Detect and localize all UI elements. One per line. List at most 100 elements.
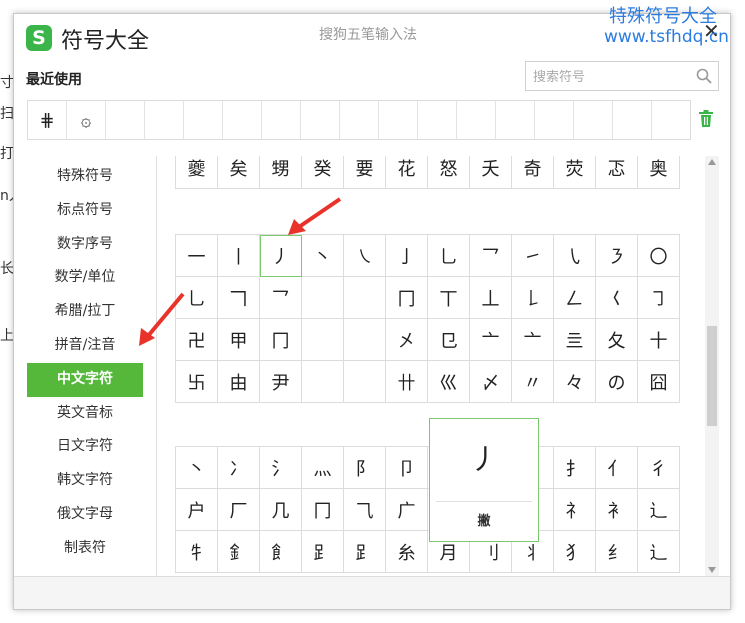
symbol-cell[interactable]: 丶	[302, 235, 344, 277]
recent-symbol-cell[interactable]	[457, 101, 496, 139]
symbol-cell[interactable]: 冫	[218, 447, 260, 489]
sidebar-category-item[interactable]: 特殊符号	[27, 160, 143, 194]
sidebar-category-item[interactable]: 日文字符	[27, 430, 143, 464]
symbol-cell[interactable]: 冂	[302, 489, 344, 531]
symbol-cell[interactable]: 丿	[260, 235, 302, 277]
symbol-cell[interactable]: 花	[386, 156, 428, 189]
recent-symbol-cell[interactable]	[184, 101, 223, 139]
symbol-cell[interactable]: 釒	[218, 531, 260, 573]
symbol-cell[interactable]: 彳	[638, 447, 680, 489]
recent-symbol-cell[interactable]	[574, 101, 613, 139]
symbol-cell[interactable]: 要	[344, 156, 386, 189]
symbol-cell[interactable]: 丅	[428, 277, 470, 319]
trash-icon[interactable]	[698, 110, 714, 128]
symbol-cell[interactable]: 衤	[596, 489, 638, 531]
symbol-cell[interactable]: ⺄	[344, 489, 386, 531]
symbol-cell[interactable]: 〃	[512, 361, 554, 403]
symbol-cell[interactable]: 〇	[638, 235, 680, 277]
symbol-cell[interactable]: 亠	[512, 319, 554, 361]
symbol-cell[interactable]: 夭	[470, 156, 512, 189]
symbol-cell[interactable]: 巛	[428, 361, 470, 403]
symbol-cell[interactable]	[344, 319, 386, 361]
symbol-cell[interactable]: 冂	[386, 277, 428, 319]
symbol-cell[interactable]: 几	[260, 489, 302, 531]
symbol-cell[interactable]: 卩	[386, 447, 428, 489]
symbol-cell[interactable]: 囧	[638, 361, 680, 403]
sidebar-category-item[interactable]: 中文字符	[27, 362, 143, 397]
recent-symbol-cell[interactable]	[652, 101, 690, 139]
symbol-cell[interactable]: 𠄌	[512, 277, 554, 319]
symbol-cell[interactable]: ㇆	[638, 277, 680, 319]
symbol-cell[interactable]: 冂	[260, 319, 302, 361]
symbol-cell[interactable]: 𡿨	[596, 277, 638, 319]
symbol-cell[interactable]: 由	[218, 361, 260, 403]
symbol-cell[interactable]: 牜	[176, 531, 218, 573]
symbol-cell[interactable]: 矣	[218, 156, 260, 189]
symbol-cell[interactable]: 亠	[470, 319, 512, 361]
scroll-down-icon[interactable]	[708, 567, 716, 573]
sidebar-category-item[interactable]: 拼音/注音	[27, 329, 143, 363]
recent-symbol-cell[interactable]	[379, 101, 418, 139]
symbol-cell[interactable]: 户	[176, 489, 218, 531]
recent-symbol-cell[interactable]	[106, 101, 145, 139]
symbol-cell[interactable]: 灬	[302, 447, 344, 489]
sidebar-category-item[interactable]: 希腊/拉丁	[27, 295, 143, 329]
sidebar-category-item[interactable]: 韩文字符	[27, 464, 143, 498]
recent-symbol-cell[interactable]	[535, 101, 574, 139]
symbol-cell[interactable]: ㇋	[596, 235, 638, 277]
symbol-cell[interactable]: 一	[176, 235, 218, 277]
symbol-cell[interactable]: 𠃍	[218, 277, 260, 319]
recent-symbol-cell[interactable]	[301, 101, 340, 139]
scroll-up-icon[interactable]	[708, 159, 716, 165]
symbol-cell[interactable]: 㐅	[386, 319, 428, 361]
symbol-cell[interactable]: 𠃋	[554, 277, 596, 319]
symbol-cell[interactable]: 奥	[638, 156, 680, 189]
symbol-cell[interactable]: の	[596, 361, 638, 403]
symbol-cell[interactable]: 卄	[386, 361, 428, 403]
recent-symbol-cell[interactable]: ⋕	[28, 101, 67, 139]
symbol-cell[interactable]: 々	[554, 361, 596, 403]
symbol-cell[interactable]: 荧	[554, 156, 596, 189]
recent-symbol-cell[interactable]	[496, 101, 535, 139]
symbol-cell[interactable]: 卐	[176, 361, 218, 403]
symbol-cell[interactable]: 糸	[386, 531, 428, 573]
sidebar-category-item[interactable]: 数学/单位	[27, 261, 143, 295]
symbol-cell[interactable]: 丄	[470, 277, 512, 319]
symbol-cell[interactable]: 夔	[176, 156, 218, 189]
recent-symbol-cell[interactable]	[340, 101, 379, 139]
search-input[interactable]	[526, 62, 695, 92]
symbol-cell[interactable]: 亅	[386, 235, 428, 277]
recent-symbol-cell[interactable]	[418, 101, 457, 139]
symbol-cell[interactable]: 十	[638, 319, 680, 361]
sidebar-category-item[interactable]: 英文音标	[27, 397, 143, 431]
symbol-cell[interactable]: 〆	[470, 361, 512, 403]
symbol-cell[interactable]: 乛	[470, 235, 512, 277]
symbol-cell[interactable]: 氵	[260, 447, 302, 489]
symbol-cell[interactable]: 怒	[428, 156, 470, 189]
symbol-cell[interactable]: 亻	[596, 447, 638, 489]
symbol-cell[interactable]: ㇂	[554, 235, 596, 277]
symbol-cell[interactable]: 乚	[428, 235, 470, 277]
sidebar-category-item[interactable]: 俄文字母	[27, 498, 143, 532]
symbol-cell[interactable]	[302, 277, 344, 319]
symbol-cell[interactable]: 尹	[260, 361, 302, 403]
symbol-cell[interactable]: 广	[386, 489, 428, 531]
symbol-cell[interactable]: 丨	[218, 235, 260, 277]
symbol-cell[interactable]: ㇏	[344, 235, 386, 277]
sidebar-category-item[interactable]: 数字序号	[27, 228, 143, 262]
symbol-cell[interactable]: ⻊	[344, 531, 386, 573]
symbol-cell[interactable]: 忑	[596, 156, 638, 189]
symbol-cell[interactable]: 礻	[554, 489, 596, 531]
symbol-cell[interactable]: 夂	[596, 319, 638, 361]
symbol-cell[interactable]: 扌	[554, 447, 596, 489]
symbol-cell[interactable]: 甲	[218, 319, 260, 361]
symbol-cell[interactable]: 辶	[638, 489, 680, 531]
symbol-cell[interactable]: 甥	[260, 156, 302, 189]
scroll-thumb[interactable]	[707, 326, 717, 426]
symbol-cell[interactable]: 乛	[260, 277, 302, 319]
symbol-cell[interactable]: 辶	[638, 531, 680, 573]
recent-symbol-cell[interactable]	[262, 101, 301, 139]
symbol-cell[interactable]: ㇀	[512, 235, 554, 277]
search-icon[interactable]	[696, 68, 712, 84]
symbol-cell[interactable]: 丶	[176, 447, 218, 489]
